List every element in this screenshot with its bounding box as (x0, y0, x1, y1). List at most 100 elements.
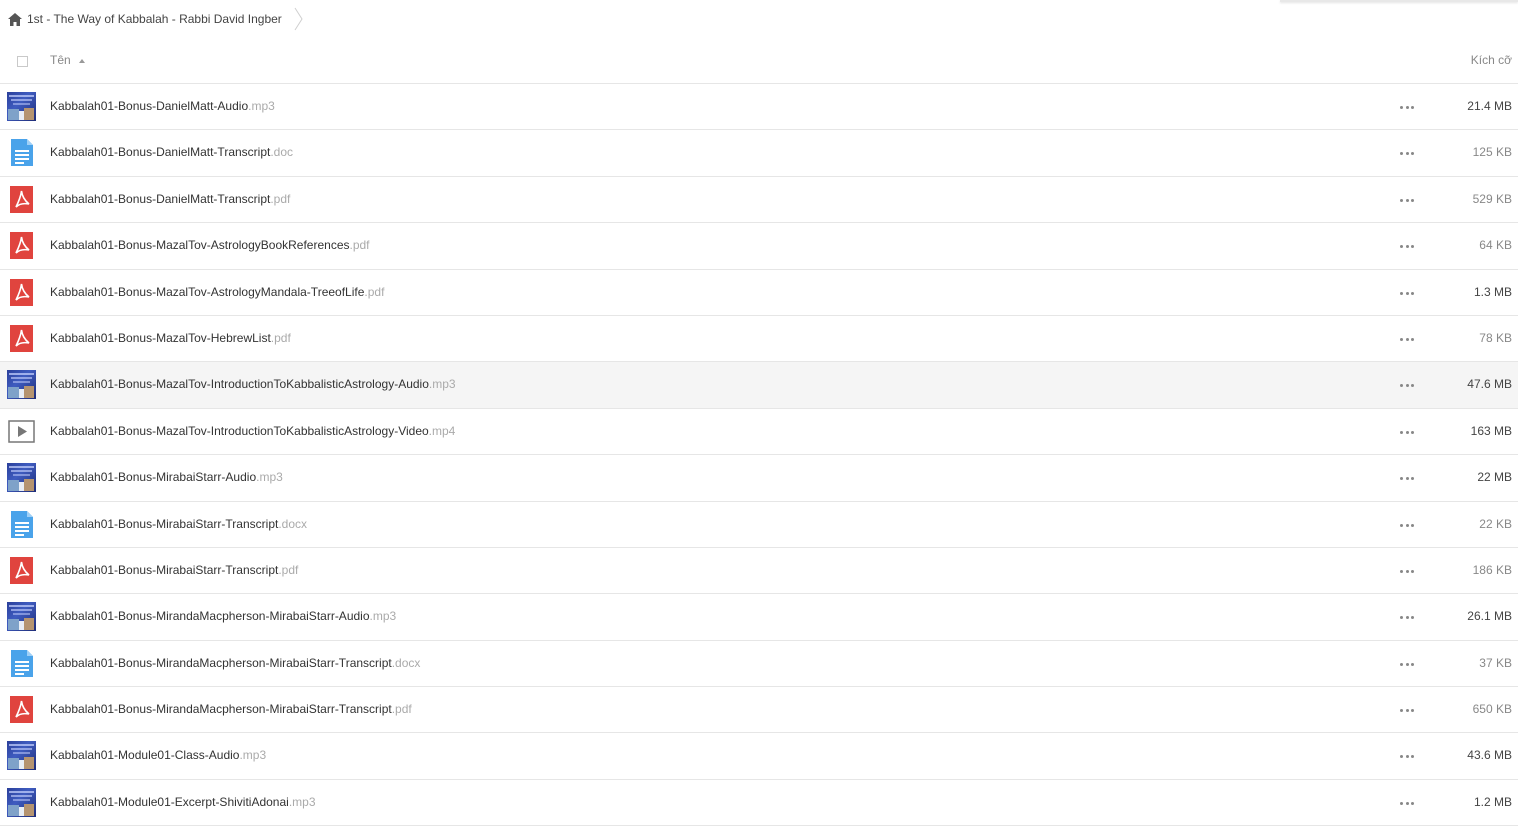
file-size: 22 MB (1477, 470, 1512, 485)
file-row[interactable]: Kabbalah01-Bonus-DanielMatt-Transcript.p… (0, 177, 1518, 224)
more-dot (1411, 709, 1414, 713)
more-options-icon[interactable] (1400, 337, 1414, 342)
file-size: 1.2 MB (1473, 794, 1512, 809)
more-options-icon[interactable] (1400, 477, 1414, 481)
file-extension: .mp3 (256, 470, 283, 485)
file-row[interactable]: Kabbalah01-Bonus-MirabaiStarr-Transcript… (0, 548, 1518, 595)
file-base-name: Kabbalah01-Bonus-MirandaMacpherson-Mirab… (50, 609, 370, 624)
more-dot (1405, 662, 1409, 666)
file-name[interactable]: Kabbalah01-Bonus-DanielMatt-Transcript.d… (50, 145, 293, 159)
file-row[interactable]: Kabbalah01-Module01-Excerpt-ShivitiAdona… (0, 780, 1518, 827)
more-dot (1411, 152, 1414, 156)
file-name[interactable]: Kabbalah01-Bonus-MazalTov-IntroductionTo… (50, 377, 456, 391)
file-base-name: Kabbalah01-Bonus-MazalTov-HebrewList (50, 330, 271, 345)
file-row[interactable]: Kabbalah01-Bonus-MirabaiStarr-Audio.mp3 2… (0, 455, 1518, 502)
file-size: 529 KB (1472, 191, 1512, 206)
file-size: 47.6 MB (1467, 377, 1512, 392)
file-size: 43.6 MB (1467, 748, 1512, 763)
more-dot (1405, 430, 1409, 434)
more-dot (1400, 430, 1403, 434)
file-name[interactable]: Kabbalah01-Bonus-MirabaiStarr-Audio.mp3 (50, 470, 283, 484)
file-row[interactable]: Kabbalah01-Bonus-MazalTov-AstrologyBookR… (0, 223, 1518, 270)
more-options-icon[interactable] (1400, 245, 1414, 249)
more-options-icon[interactable] (1400, 384, 1414, 388)
document-icon (7, 510, 36, 539)
size-column-header[interactable]: Kích cỡ (1471, 53, 1512, 67)
file-row[interactable]: Kabbalah01-Module01-Class-Audio.mp3 43.6 … (0, 733, 1518, 780)
more-dot (1405, 337, 1409, 341)
file-row[interactable]: Kabbalah01-Bonus-MirandaMacpherson-Mirab… (0, 641, 1518, 688)
more-dot (1400, 152, 1403, 156)
more-options-icon[interactable] (1400, 291, 1414, 296)
more-dot (1411, 616, 1414, 620)
more-options-icon[interactable] (1400, 523, 1414, 528)
more-options-icon[interactable] (1400, 755, 1414, 759)
more-options-icon[interactable] (1400, 709, 1414, 713)
file-row[interactable]: Kabbalah01-Bonus-DanielMatt-Audio.mp3 21.… (0, 84, 1518, 131)
file-list: Kabbalah01-Bonus-DanielMatt-Audio.mp3 21.… (0, 84, 1518, 827)
audio-thumbnail-icon (7, 92, 36, 121)
more-dot (1411, 291, 1414, 295)
breadcrumb-current-folder[interactable]: 1st - The Way of Kabbalah - Rabbi David … (27, 12, 282, 26)
file-name[interactable]: Kabbalah01-Bonus-MirandaMacpherson-Mirab… (50, 656, 420, 670)
more-dot (1411, 384, 1414, 388)
file-row[interactable]: Kabbalah01-Bonus-MirandaMacpherson-Mirab… (0, 594, 1518, 641)
more-dot (1400, 801, 1403, 805)
more-options-icon[interactable] (1400, 430, 1414, 435)
more-dot (1400, 662, 1403, 666)
file-row[interactable]: Kabbalah01-Bonus-MirabaiStarr-Transcript… (0, 502, 1518, 548)
more-dot (1400, 198, 1403, 202)
more-dot (1405, 245, 1409, 249)
file-name[interactable]: Kabbalah01-Bonus-MirabaiStarr-Transcript… (50, 563, 298, 577)
file-name[interactable]: Kabbalah01-Bonus-MazalTov-AstrologyBookR… (50, 238, 370, 252)
file-name[interactable]: Kabbalah01-Bonus-MazalTov-AstrologyManda… (50, 285, 384, 299)
file-row[interactable]: Kabbalah01-Bonus-MazalTov-IntroductionTo… (0, 409, 1518, 456)
more-dot (1405, 569, 1409, 573)
name-column-header[interactable]: Tên (50, 53, 85, 67)
file-row[interactable]: Kabbalah01-Bonus-MazalTov-HebrewList.pdf… (0, 316, 1518, 363)
more-dot (1405, 384, 1409, 388)
file-extension: .pdf (270, 191, 291, 206)
file-row[interactable]: Kabbalah01-Bonus-MazalTov-AstrologyManda… (0, 270, 1518, 316)
file-name[interactable]: Kabbalah01-Bonus-MirabaiStarr-Transcript… (50, 517, 307, 531)
file-row[interactable]: Kabbalah01-Bonus-MirandaMacpherson-Mirab… (0, 687, 1518, 734)
pdf-icon (7, 556, 36, 585)
more-options-icon[interactable] (1400, 569, 1414, 574)
file-extension: .mp3 (248, 99, 275, 113)
file-row[interactable]: Kabbalah01-Bonus-MazalTov-IntroductionTo… (0, 362, 1518, 409)
document-icon (7, 138, 36, 167)
pdf-icon (7, 278, 36, 307)
file-name[interactable]: Kabbalah01-Bonus-DanielMatt-Audio.mp3 (50, 99, 275, 113)
select-all-checkbox[interactable] (17, 56, 28, 67)
more-options-icon[interactable] (1400, 106, 1414, 110)
file-name[interactable]: Kabbalah01-Bonus-MazalTov-HebrewList.pdf (50, 331, 291, 345)
file-name[interactable]: Kabbalah01-Bonus-MirandaMacpherson-Mirab… (50, 702, 412, 716)
more-options-icon[interactable] (1400, 616, 1414, 620)
more-dot (1405, 616, 1409, 620)
file-size: 64 KB (1479, 238, 1512, 253)
file-row[interactable]: Kabbalah01-Bonus-DanielMatt-Transcript.d… (0, 130, 1518, 177)
more-dot (1400, 616, 1403, 620)
file-name[interactable]: Kabbalah01-Module01-Class-Audio.mp3 (50, 748, 266, 762)
file-name[interactable]: Kabbalah01-Bonus-DanielMatt-Transcript.p… (50, 192, 290, 206)
more-dot (1405, 291, 1409, 295)
file-name[interactable]: Kabbalah01-Bonus-MirandaMacpherson-Mirab… (50, 609, 396, 623)
file-name[interactable]: Kabbalah01-Module01-Excerpt-ShivitiAdona… (50, 795, 316, 809)
more-dot (1400, 384, 1403, 388)
pdf-icon (7, 185, 36, 214)
file-name[interactable]: Kabbalah01-Bonus-MazalTov-IntroductionTo… (50, 424, 455, 438)
file-base-name: Kabbalah01-Bonus-DanielMatt-Audio (50, 99, 249, 113)
home-icon[interactable] (8, 12, 22, 26)
more-dot (1411, 755, 1414, 759)
file-base-name: Kabbalah01-Bonus-MirabaiStarr-Transcript (50, 562, 279, 577)
more-options-icon[interactable] (1400, 662, 1414, 667)
more-dot (1405, 198, 1409, 202)
video-icon (7, 417, 36, 446)
file-base-name: Kabbalah01-Bonus-MazalTov-AstrologyBookR… (50, 238, 350, 253)
audio-thumbnail-icon (7, 787, 36, 817)
file-extension: .mp3 (428, 377, 456, 392)
more-options-icon[interactable] (1400, 198, 1414, 203)
more-options-icon[interactable] (1400, 152, 1414, 156)
more-dot (1400, 245, 1403, 249)
more-options-icon[interactable] (1400, 801, 1414, 806)
